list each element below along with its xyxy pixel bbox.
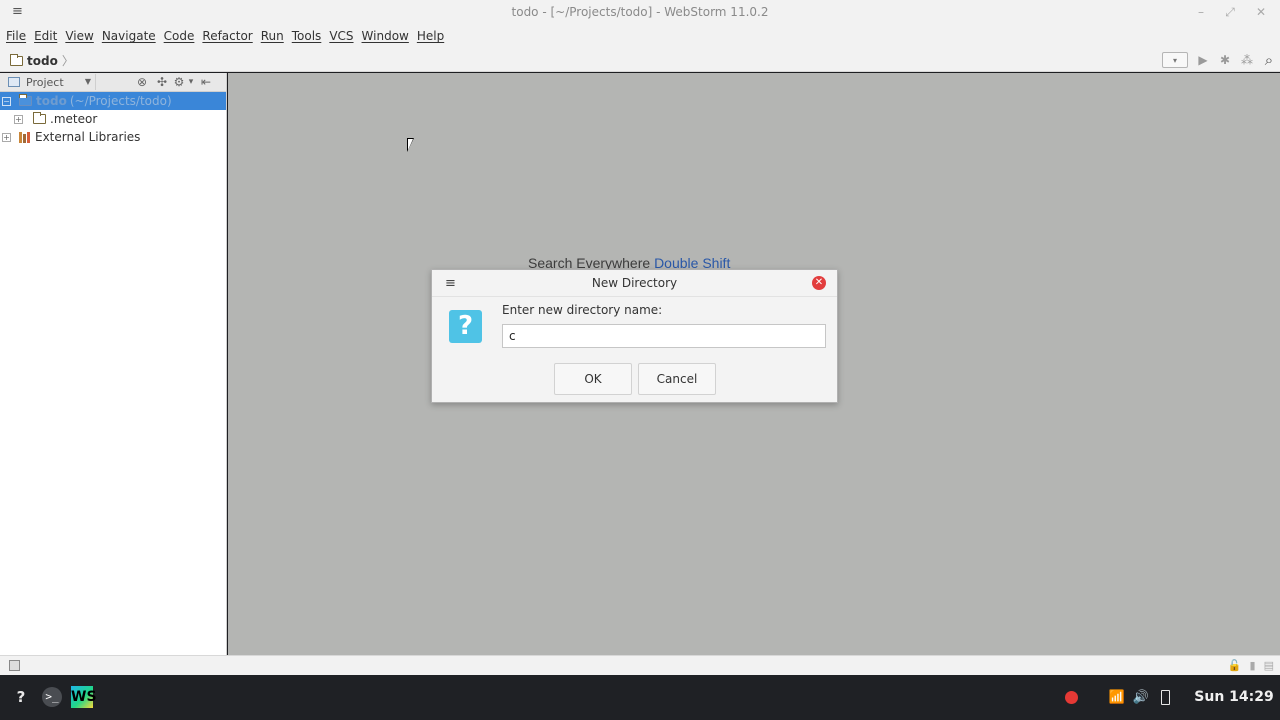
directory-name-input[interactable] (502, 324, 826, 348)
menu-refactor[interactable]: Refactor (200, 26, 258, 48)
breadcrumb-project: todo (27, 53, 58, 68)
clock[interactable]: Sun 14:29 (1192, 685, 1276, 709)
hide-panel-icon[interactable]: ⇤ (196, 74, 216, 90)
question-icon: ? (449, 310, 482, 343)
terminal-glyph: >_ (42, 687, 62, 707)
volume-icon[interactable]: 🔊 (1132, 685, 1150, 709)
terminal-app-icon[interactable]: >_ (40, 685, 64, 709)
menu-tools[interactable]: Tools (290, 26, 328, 48)
menu-code[interactable]: Code (162, 26, 201, 48)
project-tree: − todo (~/Projects/todo) + .meteor + Ext… (0, 92, 226, 146)
ok-button[interactable]: OK (554, 363, 632, 395)
help-icon[interactable]: ? (12, 685, 30, 709)
menu-help[interactable]: Help (415, 26, 450, 48)
dialog-title-bar: ≡ New Directory ✕ (432, 270, 837, 297)
close-icon[interactable]: ✕ (1253, 4, 1269, 20)
search-icon[interactable]: ⌕ (1258, 50, 1280, 70)
new-directory-dialog: ≡ New Directory ✕ ? Enter new directory … (431, 269, 838, 403)
chevron-right-icon: 〉 (61, 54, 74, 68)
record-indicator-icon[interactable] (1063, 685, 1079, 709)
project-panel-header: Project ▼ ⊗ ✣ ⚙ ▾ ⇤ (0, 73, 226, 92)
expand-toggle-icon[interactable]: + (14, 114, 23, 124)
expand-toggle-icon[interactable]: + (2, 132, 11, 142)
menu-window[interactable]: Window (360, 26, 415, 48)
webstorm-logo: WS (71, 686, 97, 708)
library-icon (19, 131, 31, 143)
breadcrumb[interactable]: todo 〉 (10, 52, 74, 69)
system-taskbar: ? >_ WS 📶 🔊 Sun 14:29 (0, 675, 1280, 720)
folder-icon (33, 112, 46, 124)
tool-windows-toggle-icon[interactable] (9, 660, 20, 671)
restore-icon[interactable]: ⤢ (1222, 4, 1238, 20)
project-view-label: Project (26, 75, 64, 89)
directory-name-label: Enter new directory name: (502, 303, 663, 317)
tree-item-meteor[interactable]: + .meteor (0, 110, 226, 128)
window-title: todo - [~/Projects/todo] - WebStorm 11.0… (511, 5, 769, 19)
tree-item-todo[interactable]: − todo (~/Projects/todo) (0, 92, 226, 110)
title-bar: ≡ todo - [~/Projects/todo] - WebStorm 11… (0, 0, 1280, 26)
project-view-selector[interactable]: Project ▼ (2, 74, 96, 90)
dropdown-caret-icon: ▼ (84, 77, 91, 86)
tree-item-label: External Libraries (35, 130, 141, 144)
menu-edit[interactable]: Edit (32, 26, 63, 48)
webstorm-app-icon[interactable]: WS (70, 685, 97, 709)
project-view-icon (8, 77, 20, 87)
memory-indicator-icon[interactable]: ▮ (1250, 659, 1256, 672)
dialog-title: New Directory (591, 276, 678, 290)
menu-file[interactable]: File (4, 26, 32, 48)
folder-icon (10, 53, 23, 66)
battery-icon[interactable] (1158, 685, 1172, 709)
collapse-all-icon[interactable]: ⊗ (132, 74, 152, 90)
menu-navigate[interactable]: Navigate (100, 26, 162, 48)
wifi-icon[interactable]: 📶 (1108, 685, 1126, 709)
menu-view[interactable]: View (63, 26, 99, 48)
event-log-icon[interactable]: ▤ (1264, 659, 1274, 672)
debug-icon[interactable]: ✱ (1214, 50, 1236, 70)
navigation-bar: todo 〉 ▾ ▶ ✱ ⁂ ⌕ (0, 48, 1280, 72)
settings-icon[interactable]: ⚙ (172, 74, 186, 90)
settings-caret-icon[interactable]: ▾ (186, 74, 196, 90)
run-icon[interactable]: ▶ (1192, 50, 1214, 70)
menu-vcs[interactable]: VCS (327, 26, 359, 48)
minimize-icon[interactable]: – (1193, 4, 1209, 20)
mouse-cursor-icon (407, 138, 414, 152)
lock-icon[interactable]: 🔓 (1228, 659, 1242, 672)
tree-item-path: (~/Projects/todo) (69, 94, 172, 108)
tree-item-external-libraries[interactable]: + External Libraries (0, 128, 226, 146)
run-configuration-dropdown[interactable]: ▾ (1162, 52, 1188, 68)
menu-run[interactable]: Run (259, 26, 290, 48)
status-bar: 🔓 ▮ ▤ (0, 655, 1280, 675)
tree-item-label: todo (36, 94, 67, 108)
folder-icon (19, 94, 32, 106)
scroll-from-source-icon[interactable]: ✣ (152, 74, 172, 90)
dialog-close-icon[interactable]: ✕ (812, 276, 826, 290)
tree-item-label: .meteor (50, 112, 98, 126)
collapse-toggle-icon[interactable]: − (2, 96, 11, 106)
project-panel: Project ▼ ⊗ ✣ ⚙ ▾ ⇤ − todo (~/Projects/t… (0, 73, 227, 655)
coverage-icon[interactable]: ⁂ (1236, 50, 1258, 70)
menu-bar: File Edit View Navigate Code Refactor Ru… (0, 26, 1280, 48)
cancel-button[interactable]: Cancel (638, 363, 716, 395)
